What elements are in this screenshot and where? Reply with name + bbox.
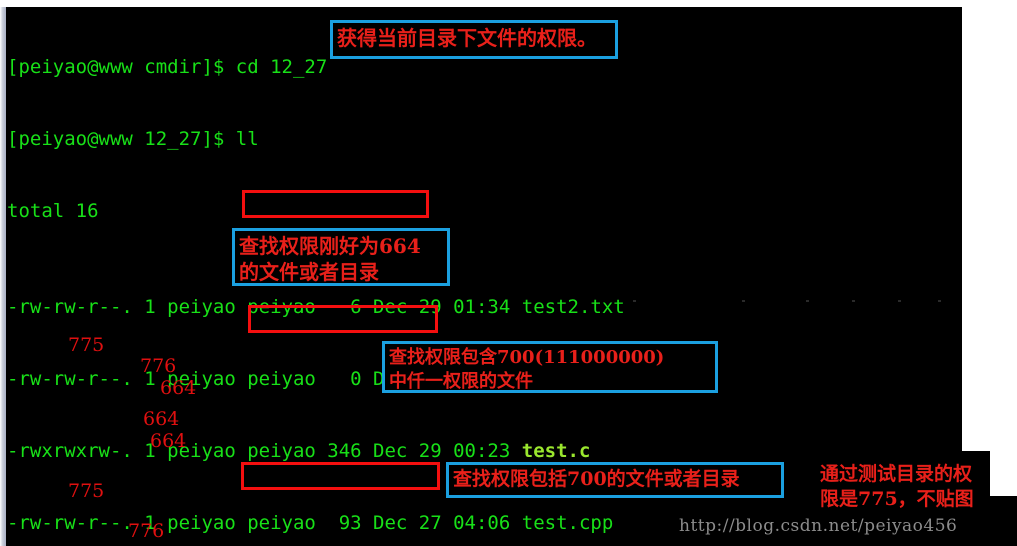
annotation-line: 查找权限刚好为664 (239, 234, 421, 258)
ls-entry-meta: -rwxrwxrw-. 1 peiyao peiyao 346 Dec 29 0… (7, 440, 522, 462)
terminal-scrollbar[interactable] (0, 7, 6, 546)
artifact-dot (742, 300, 745, 302)
perm-number-annotation: 664 (150, 430, 187, 452)
artifact-dot (938, 300, 941, 302)
terminal-line-exec: -rwxrwxrw-. 1 peiyao peiyao 346 Dec 29 0… (7, 439, 625, 463)
perm-number-annotation: 664 (160, 377, 197, 399)
perm-number-annotation: 776 (128, 520, 165, 542)
annotation-line: 的文件或者目录 (239, 260, 379, 284)
page-white-margin (962, 7, 1017, 451)
anno-note: 通过测试目录的权 限是775，不贴图 (820, 462, 1000, 514)
terminal-line: -rw-rw-r--. 1 peiyao peiyao 93 Dec 27 04… (7, 512, 614, 534)
artifact-dot (898, 300, 901, 302)
artifact-dot (852, 300, 855, 302)
blog-watermark: http://blog.csdn.net/peiyao456 (679, 516, 958, 536)
artifact-dot (633, 300, 636, 302)
annotation-line: 查找权限包含700(111000000) (389, 347, 665, 368)
terminal-line: [peiyao@www 12_27]$ ll (7, 128, 259, 150)
anno-ll: 获得当前目录下文件的权限。 (330, 20, 618, 59)
ls-entry-exec-name: test.c (521, 440, 591, 462)
terminal-line: total 16 (7, 200, 99, 222)
perm-number-annotation: 775 (68, 480, 105, 502)
terminal-line: -rw-rw-r--. 1 peiyao peiyao 6 Dec 29 01:… (7, 296, 625, 318)
annotation-line: 中仟一权限的文件 (389, 371, 533, 392)
artifact-dot (806, 300, 809, 302)
terminal-screenshot: [peiyao@www cmdir]$ cd 12_27 [peiyao@www… (0, 0, 1017, 546)
perm-number-annotation: 776 (140, 355, 177, 377)
perm-number-annotation: 775 (68, 334, 105, 356)
perm-number-annotation: 664 (143, 408, 180, 430)
anno-find664: 查找权限刚好为664 的文件或者目录 (232, 228, 450, 286)
annotation-line: 限是775，不贴图 (820, 488, 974, 510)
anno-findplus700: 查找权限包含700(111000000) 中仟一权限的文件 (382, 341, 718, 393)
annotation-line: 获得当前目录下文件的权限。 (337, 26, 597, 50)
anno-findminus700: 查找权限包括700的文件或者目录 (446, 462, 784, 498)
window-top-strip (0, 0, 1017, 7)
annotation-line: 通过测试目录的权 (820, 463, 973, 485)
annotation-line: 查找权限包括700的文件或者目录 (453, 468, 740, 490)
